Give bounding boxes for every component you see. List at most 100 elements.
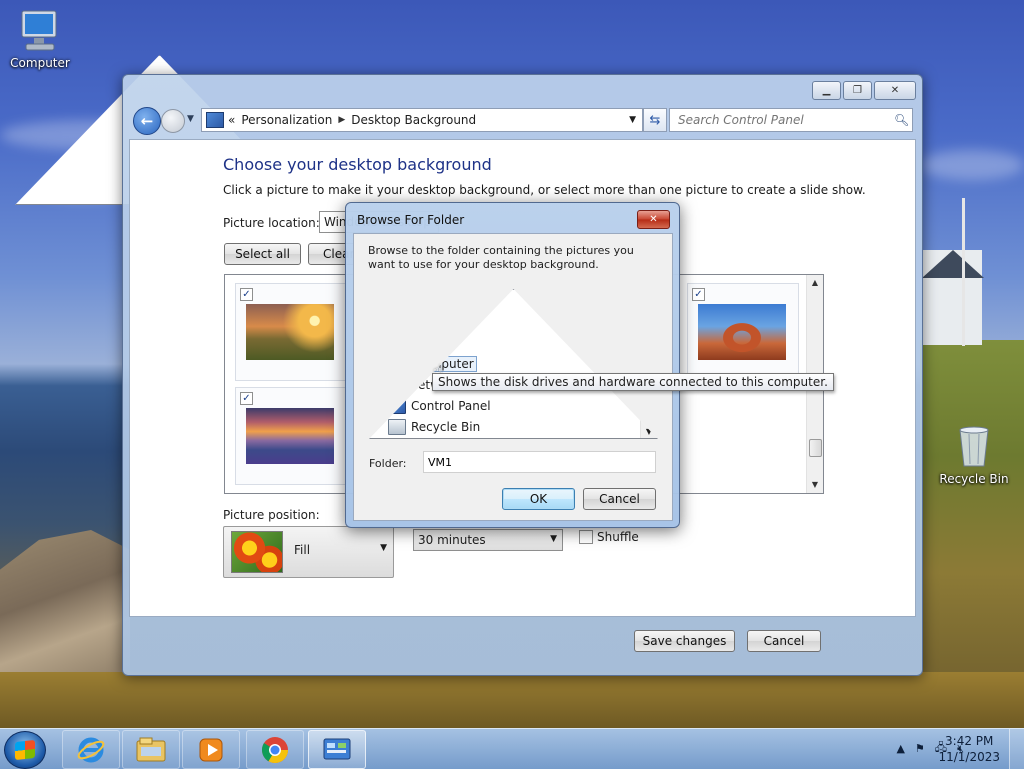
search-input[interactable] (676, 112, 890, 128)
change-interval-select[interactable]: 30 minutes ▼ (413, 529, 563, 551)
show-hidden-icons-icon[interactable]: ▲ (896, 742, 904, 755)
internet-explorer-icon (77, 737, 105, 762)
taskbar-internet-explorer[interactable] (62, 730, 120, 769)
tree-item-computer[interactable]: ▷ Computer (378, 354, 477, 374)
start-button[interactable] (4, 731, 46, 769)
desktop-icon-computer[interactable]: Computer (0, 8, 80, 70)
position-preview-image (231, 531, 283, 573)
page-title: Choose your desktop background (223, 155, 492, 174)
dialog-title: Browse For Folder (357, 213, 465, 227)
thumbnail-lake-sunset[interactable]: ✓ (235, 387, 347, 485)
dialog-close-button[interactable]: ✕ (637, 210, 670, 229)
recycle-bin-icon (959, 426, 989, 467)
tree-scrollbar[interactable]: ▲ ▼ (640, 290, 657, 438)
scroll-thumb[interactable] (809, 439, 822, 457)
chevron-down-icon: ▼ (550, 534, 557, 544)
address-bar[interactable]: « Personalization ▶ Desktop Background ▼ (201, 108, 643, 132)
taskbar-chrome[interactable] (246, 730, 304, 769)
expand-icon[interactable]: ▷ (378, 339, 388, 348)
thumbnail-delicate-arch[interactable]: ✓ (687, 283, 799, 381)
expand-icon[interactable]: ▷ (378, 402, 388, 411)
folder-icon (136, 737, 166, 761)
lake-sunset-image (246, 408, 334, 464)
show-desktop-button[interactable] (1009, 729, 1024, 769)
desktop-icon-label: Recycle Bin (939, 472, 1009, 486)
search-box[interactable]: 🔍︎ (669, 108, 913, 132)
sunset-field-image (246, 304, 334, 360)
address-dropdown-icon[interactable]: ▼ (629, 115, 636, 125)
recent-pages-dropdown[interactable]: ▼ (187, 114, 194, 124)
computer-icon (388, 356, 406, 372)
expand-icon[interactable]: ▷ (378, 360, 388, 369)
chevron-down-icon: ▼ (380, 543, 387, 553)
refresh-button[interactable]: ⇆ (643, 108, 667, 132)
maximize-button[interactable]: ❐ (843, 81, 872, 100)
tree-item-recycle-bin[interactable]: Recycle Bin (378, 417, 480, 437)
search-icon[interactable]: 🔍︎ (894, 113, 909, 127)
breadcrumb-chevron-icon[interactable]: ▶ (338, 115, 345, 125)
scroll-down-icon[interactable]: ▼ (807, 477, 823, 493)
scroll-down-icon[interactable]: ▼ (641, 427, 657, 436)
system-clock[interactable]: 3:42 PM 11/1/2023 (938, 733, 1000, 765)
interval-value: 30 minutes (418, 533, 486, 547)
taskbar-windows-explorer[interactable] (122, 730, 180, 769)
scroll-up-icon[interactable]: ▲ (807, 275, 823, 291)
breadcrumb-desktop-background[interactable]: Desktop Background (351, 113, 476, 127)
dialog-cancel-button[interactable]: Cancel (583, 488, 656, 510)
media-player-icon (199, 738, 223, 761)
taskbar-media-player[interactable] (182, 730, 240, 769)
desktop-icon (378, 293, 396, 309)
dialog-description: Browse to the folder containing the pict… (368, 244, 634, 271)
shuffle-checkbox[interactable] (579, 530, 593, 544)
picture-location-label: Picture location: (223, 216, 320, 230)
clock-time: 3:42 PM (945, 734, 994, 748)
computer-icon (21, 10, 57, 51)
refresh-icon: ⇆ (649, 112, 661, 128)
thumbnail-checkbox[interactable]: ✓ (240, 288, 253, 301)
close-button[interactable]: ✕ (874, 81, 916, 100)
expand-icon[interactable]: ▷ (378, 381, 388, 390)
forward-button[interactable] (161, 109, 185, 133)
breadcrumb-overflow[interactable]: « (228, 113, 235, 127)
chrome-icon (261, 736, 289, 763)
libraries-icon (388, 314, 406, 330)
save-changes-button[interactable]: Save changes (634, 630, 735, 652)
control-panel-icon (206, 112, 224, 128)
shuffle-label: Shuffle (597, 530, 639, 544)
desktop-icon-recycle-bin[interactable]: Recycle Bin (934, 424, 1014, 486)
expand-icon[interactable]: ▷ (378, 318, 388, 327)
taskbar: ▲ ⚑ 🖧 🔇︎ 3:42 PM 11/1/2023 (0, 728, 1024, 769)
caption-buttons: ▁ ❐ ✕ (812, 81, 916, 100)
tree-item-desktop[interactable]: Desktop (378, 291, 451, 311)
hillside (920, 340, 1024, 728)
user-folder-icon (388, 335, 406, 351)
delicate-arch-image (698, 304, 786, 360)
control-panel-icon (323, 738, 351, 759)
back-arrow-icon: ← (140, 112, 154, 130)
page-description: Click a picture to make it your desktop … (223, 183, 866, 197)
shuffle-option[interactable]: Shuffle (579, 530, 639, 544)
taskbar-control-panel[interactable] (308, 730, 366, 769)
tree-item-control-panel[interactable]: ▷ Control Panel (378, 396, 491, 416)
cancel-button[interactable]: Cancel (747, 630, 821, 652)
back-button[interactable]: ← (133, 107, 161, 135)
thumbnail-sunset-field[interactable]: ✓ (235, 283, 347, 381)
thumbnail-checkbox[interactable]: ✓ (240, 392, 253, 405)
recycle-bin-icon (388, 419, 406, 435)
tree-item-vm1[interactable]: ▷ VM1 (378, 333, 444, 353)
minimize-button[interactable]: ▁ (812, 81, 841, 100)
ok-button[interactable]: OK (502, 488, 575, 510)
action-center-icon[interactable]: ⚑ (915, 742, 925, 755)
thumbnail-checkbox[interactable]: ✓ (692, 288, 705, 301)
picture-position-value: Fill (294, 543, 311, 557)
picture-position-select[interactable]: Fill ▼ (223, 526, 394, 578)
folder-field[interactable] (423, 451, 656, 473)
tree-item-libraries[interactable]: ▷ Libraries (378, 312, 463, 332)
control-panel-icon (388, 398, 406, 414)
windows-logo-icon (15, 739, 35, 761)
desktop-icon-label: Computer (10, 56, 70, 70)
scroll-up-icon[interactable]: ▲ (641, 292, 657, 301)
network-icon (388, 378, 404, 392)
breadcrumb-personalization[interactable]: Personalization (241, 113, 332, 127)
select-all-button[interactable]: Select all (224, 243, 301, 265)
